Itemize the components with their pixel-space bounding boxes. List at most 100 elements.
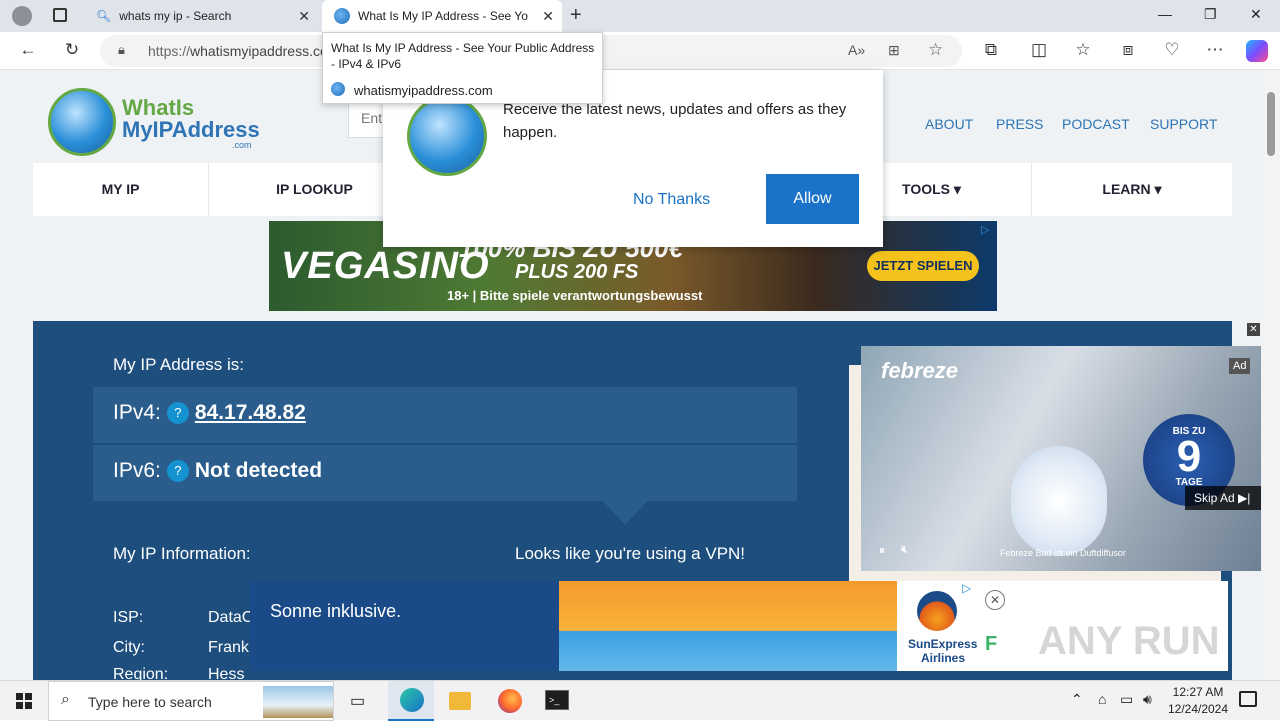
freestar-icon[interactable]: F xyxy=(985,633,997,656)
ad-beach-image xyxy=(559,581,897,671)
search-icon: ⌕ xyxy=(61,691,70,708)
ad-disclaimer: 18+ | Bitte spiele verantwortungsbewusst xyxy=(447,288,703,303)
search-placeholder: Ent xyxy=(361,110,383,126)
ad-caption: Febreze Bad ist ein Duftdiffusor xyxy=(1000,548,1126,558)
tab-actions-icon[interactable] xyxy=(53,8,67,22)
terminal-icon[interactable]: >_ xyxy=(545,690,569,710)
tooltip-domain: whatismyipaddress.com xyxy=(354,83,493,98)
dialog-logo-icon xyxy=(407,96,487,176)
clock-date[interactable]: 12/24/2024 xyxy=(1164,702,1232,716)
windows-taskbar: ⌕ Type here to search ▭ >_ ⌃ ⌂ ▭ 🔊︎ 12:2… xyxy=(0,680,1280,721)
more-menu-icon[interactable]: ⋯ xyxy=(1203,40,1227,60)
isp-value: DataC xyxy=(208,609,254,626)
ad-brand-line2: Airlines xyxy=(921,651,966,665)
vpn-notice: Looks like you're using a VPN! xyxy=(515,544,746,563)
region-label: Region: xyxy=(113,666,169,680)
favorites-icon[interactable]: ☆ xyxy=(1071,40,1095,60)
firefox-icon[interactable] xyxy=(498,689,522,713)
start-button[interactable] xyxy=(16,693,32,709)
tooltip-title: What Is My IP Address - See Your Public … xyxy=(331,41,595,71)
dialog-message: Receive the latest news, updates and off… xyxy=(503,101,847,141)
lock-icon: 🔒︎ xyxy=(118,42,125,57)
ipv4-value[interactable]: 84.17.48.82 xyxy=(195,401,306,424)
copilot-icon[interactable] xyxy=(1246,40,1268,62)
task-view-icon[interactable]: ▭ xyxy=(350,691,365,711)
allow-button[interactable]: Allow xyxy=(766,174,859,224)
network-icon[interactable]: ⌂ xyxy=(1098,691,1106,707)
help-icon[interactable]: ? xyxy=(166,460,189,483)
logo-suffix: .com xyxy=(232,140,252,150)
about-link[interactable]: ABOUT xyxy=(925,116,973,132)
profile-icon[interactable] xyxy=(12,6,32,26)
notification-center-icon[interactable] xyxy=(1239,691,1257,707)
clock-time[interactable]: 12:27 AM xyxy=(1170,685,1226,699)
ipv6-row: IPv6:? Not detected xyxy=(93,445,797,501)
collections-icon[interactable]: ⧈ xyxy=(1116,40,1140,60)
bubble-num: 9 xyxy=(1176,432,1202,481)
search-icon: 🔍︎ xyxy=(96,9,112,23)
back-icon[interactable]: ← xyxy=(16,40,40,60)
no-thanks-button[interactable]: No Thanks xyxy=(633,191,710,209)
adchoices-icon[interactable]: ▷ xyxy=(981,223,989,236)
press-link[interactable]: PRESS xyxy=(996,116,1043,132)
ad-text: Sonne inklusive. xyxy=(270,601,402,621)
pointer-triangle xyxy=(603,501,647,525)
ethernet-icon[interactable]: ▭ xyxy=(1120,691,1133,708)
adchoices-icon[interactable]: ▷ xyxy=(962,581,971,595)
mute-icon[interactable]: 🔇︎ xyxy=(901,542,909,557)
app-available-icon[interactable]: ⊞ xyxy=(888,42,900,59)
minimize-button[interactable]: — xyxy=(1158,6,1172,22)
skip-ad-button[interactable]: Skip Ad ▶| xyxy=(1185,486,1261,510)
ipv6-value: Not detected xyxy=(194,459,323,482)
video-ad[interactable]: febreze Ad BIS ZU 9 TAGE Skip Ad ▶| ⏸ 🔇︎… xyxy=(861,346,1261,571)
performance-icon[interactable]: ♡ xyxy=(1160,40,1184,60)
taskbar-search[interactable]: ⌕ Type here to search xyxy=(48,681,334,721)
anyrun-watermark: ANY RUN xyxy=(1038,619,1220,663)
edge-taskbar-icon[interactable] xyxy=(388,681,434,721)
site-search-input[interactable]: Ent xyxy=(348,100,388,138)
volume-icon[interactable]: 🔊︎ xyxy=(1143,691,1152,708)
pause-icon[interactable]: ⏸ xyxy=(879,543,885,558)
close-window-button[interactable]: ✕ xyxy=(1250,6,1262,23)
favorite-star-icon[interactable]: ☆ xyxy=(928,40,943,60)
restore-button[interactable]: ❐ xyxy=(1204,6,1217,23)
ad-sub: PLUS 200 FS xyxy=(515,261,639,283)
split-screen-icon[interactable]: ◫ xyxy=(1027,40,1051,60)
logo-line2: MyIPAddress xyxy=(122,117,260,142)
city-value: Frank xyxy=(208,639,249,656)
close-ad-icon[interactable]: ✕ xyxy=(1247,323,1260,336)
close-tab-icon[interactable]: ✕ xyxy=(298,8,310,25)
sunexpress-banner-ad[interactable]: Sonne inklusive. SunExpress Airlines ▷ ✕… xyxy=(250,581,1228,671)
sunexpress-logo-icon xyxy=(917,591,957,631)
logo-line1: WhatIs xyxy=(122,95,195,120)
ad-brand: febreze xyxy=(881,358,959,383)
close-tab-icon[interactable]: ✕ xyxy=(542,8,554,25)
url-prefix: https:// xyxy=(148,43,191,59)
page-scrollbar[interactable] xyxy=(1262,70,1280,680)
show-hidden-icons[interactable]: ⌃ xyxy=(1071,691,1083,708)
nav-my-ip[interactable]: MY IP xyxy=(33,163,209,216)
ipv4-row: IPv4:? 84.17.48.82 xyxy=(93,387,797,443)
globe-icon xyxy=(334,8,350,24)
help-icon[interactable]: ? xyxy=(166,402,189,425)
search-highlight-icon xyxy=(263,686,333,718)
read-aloud-icon[interactable]: A» xyxy=(848,42,865,58)
podcast-link[interactable]: PODCAST xyxy=(1062,116,1130,132)
ad-brand-line1: SunExpress xyxy=(908,637,978,651)
taskbar-search-placeholder: Type here to search xyxy=(88,694,212,710)
ip-heading: My IP Address is: xyxy=(113,355,245,374)
support-link[interactable]: SUPPORT xyxy=(1150,116,1217,132)
new-tab-button[interactable]: + xyxy=(570,4,582,27)
ipv6-label: IPv6: xyxy=(113,459,161,482)
tab-label: What Is My IP Address - See Your xyxy=(358,9,528,23)
close-ad-icon[interactable]: ✕ xyxy=(985,590,1005,610)
extensions-icon[interactable]: ⧉ xyxy=(979,40,1003,60)
tab-whatismyip[interactable]: What Is My IP Address - See Your ✕ xyxy=(322,0,562,32)
file-explorer-icon[interactable] xyxy=(449,692,471,710)
nav-learn[interactable]: LEARN ▾ xyxy=(1032,163,1232,216)
tab-search[interactable]: 🔍︎ whats my ip - Search ✕ xyxy=(86,0,318,32)
scrollbar-thumb[interactable] xyxy=(1267,92,1275,156)
tab-label: whats my ip - Search xyxy=(119,9,232,23)
refresh-icon[interactable]: ↻ xyxy=(60,40,84,60)
ad-cta-button[interactable]: JETZT SPIELEN xyxy=(867,251,979,281)
